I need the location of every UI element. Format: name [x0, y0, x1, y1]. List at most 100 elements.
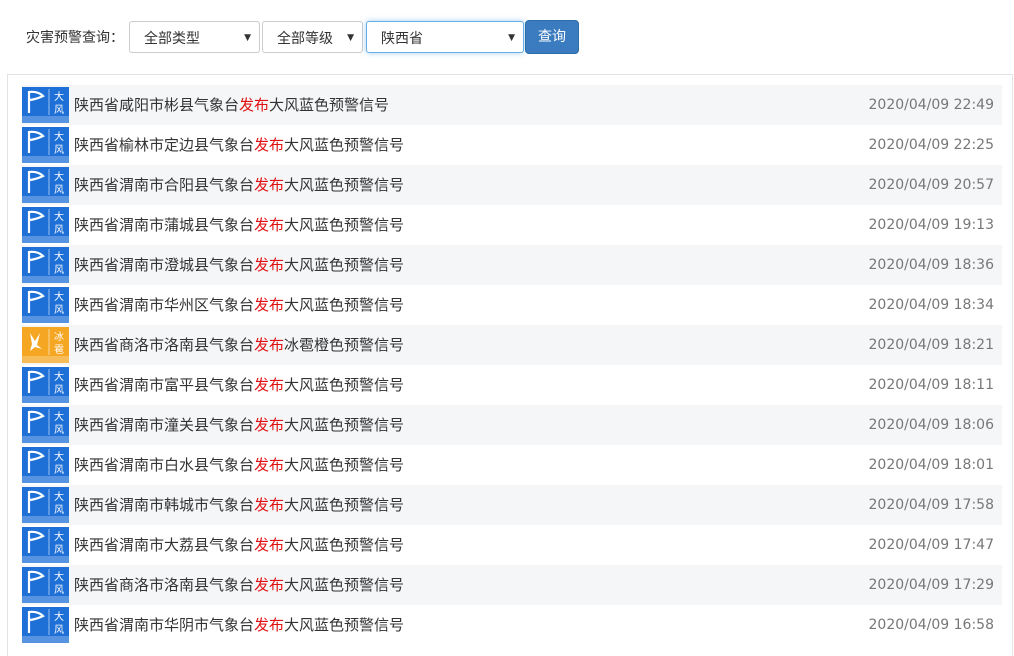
- alert-time: 2020/04/09 18:36: [868, 257, 995, 273]
- alert-verb: 发布: [254, 256, 285, 274]
- wind-blue-warning-icon: 大风: [22, 207, 69, 243]
- alert-title-link[interactable]: 陕西省渭南市富平县气象台发布大风蓝色预警信号: [74, 365, 404, 405]
- alert-issuer: 陕西省渭南市大荔县气象台: [74, 536, 255, 554]
- alert-issuer: 陕西省渭南市合阳县气象台: [74, 176, 255, 194]
- alert-time: 2020/04/09 18:11: [868, 377, 995, 393]
- svg-text:大: 大: [54, 570, 64, 583]
- alert-issuer: 陕西省榆林市定边县气象台: [74, 136, 255, 154]
- alert-title-link[interactable]: 陕西省商洛市洛南县气象台发布大风蓝色预警信号: [74, 565, 404, 605]
- alert-panel: 大风陕西省咸阳市彬县气象台发布大风蓝色预警信号 2020/04/09 22:49 大…: [7, 74, 1013, 656]
- chevron-down-icon: ▼: [347, 33, 354, 43]
- alert-row[interactable]: 大风陕西省渭南市白水县气象台发布大风蓝色预警信号 2020/04/09 18:01: [22, 445, 1002, 485]
- svg-text:大: 大: [54, 610, 64, 623]
- alert-row[interactable]: 大风陕西省渭南市潼关县气象台发布大风蓝色预警信号 2020/04/09 18:06: [22, 405, 1002, 445]
- svg-text:大: 大: [54, 90, 64, 103]
- alert-time: 2020/04/09 18:21: [868, 337, 995, 353]
- alert-row[interactable]: 冰雹陕西省商洛市洛南县气象台发布冰雹橙色预警信号 2020/04/09 18:21: [22, 325, 1002, 365]
- alert-verb: 发布: [254, 216, 285, 234]
- alert-type: 大风蓝色预警信号: [284, 256, 405, 274]
- alert-issuer: 陕西省渭南市澄城县气象台: [74, 256, 255, 274]
- alert-list: 大风陕西省咸阳市彬县气象台发布大风蓝色预警信号 2020/04/09 22:49 大…: [22, 85, 1002, 645]
- alert-title-link[interactable]: 陕西省渭南市华州区气象台发布大风蓝色预警信号: [74, 285, 404, 325]
- chevron-down-icon: ▼: [508, 33, 515, 43]
- chevron-down-icon: ▼: [244, 33, 251, 43]
- svg-text:大: 大: [54, 170, 64, 183]
- wind-blue-warning-icon: 大风: [22, 407, 69, 443]
- alert-row[interactable]: 大风陕西省渭南市澄城县气象台发布大风蓝色预警信号 2020/04/09 18:36: [22, 245, 1002, 285]
- alert-row[interactable]: 大风陕西省渭南市蒲城县气象台发布大风蓝色预警信号 2020/04/09 19:13: [22, 205, 1002, 245]
- type-select[interactable]: 全部类型 ▼: [129, 21, 260, 53]
- svg-text:风: 风: [54, 464, 64, 476]
- svg-text:大: 大: [54, 250, 64, 263]
- alert-title-link[interactable]: 陕西省渭南市大荔县气象台发布大风蓝色预警信号: [74, 525, 404, 565]
- alert-type: 大风蓝色预警信号: [269, 96, 390, 114]
- query-button[interactable]: 查询: [525, 20, 579, 54]
- alert-row[interactable]: 大风陕西省渭南市华阴市气象台发布大风蓝色预警信号 2020/04/09 16:58: [22, 605, 1002, 645]
- wind-blue-warning-icon: 大风: [22, 87, 69, 123]
- wind-blue-warning-icon: 大风: [22, 367, 69, 403]
- province-select-value: 陕西省: [381, 31, 423, 47]
- alert-time: 2020/04/09 17:47: [868, 537, 995, 553]
- svg-text:雹: 雹: [54, 344, 64, 356]
- alert-title-link[interactable]: 陕西省商洛市洛南县气象台发布冰雹橙色预警信号: [74, 325, 404, 365]
- alert-title-link[interactable]: 陕西省渭南市合阳县气象台发布大风蓝色预警信号: [74, 165, 404, 205]
- alert-row[interactable]: 大风陕西省咸阳市彬县气象台发布大风蓝色预警信号 2020/04/09 22:49: [22, 85, 1002, 125]
- wind-blue-warning-icon: 大风: [22, 167, 69, 203]
- svg-text:风: 风: [54, 104, 64, 116]
- alert-issuer: 陕西省咸阳市彬县气象台: [74, 96, 240, 114]
- alert-verb: 发布: [254, 456, 285, 474]
- alert-type: 大风蓝色预警信号: [284, 456, 405, 474]
- svg-text:大: 大: [54, 530, 64, 543]
- svg-text:冰: 冰: [54, 330, 64, 343]
- alert-title-link[interactable]: 陕西省渭南市澄城县气象台发布大风蓝色预警信号: [74, 245, 404, 285]
- alert-title-link[interactable]: 陕西省榆林市定边县气象台发布大风蓝色预警信号: [74, 125, 404, 165]
- svg-text:风: 风: [54, 504, 64, 516]
- alert-issuer: 陕西省渭南市华阴市气象台: [74, 616, 255, 634]
- alert-row[interactable]: 大风陕西省渭南市大荔县气象台发布大风蓝色预警信号 2020/04/09 17:47: [22, 525, 1002, 565]
- wind-blue-warning-icon: 大风: [22, 567, 69, 603]
- svg-text:大: 大: [54, 210, 64, 223]
- province-select[interactable]: 陕西省 ▼: [366, 21, 524, 53]
- filter-label: 灾害预警查询：: [26, 30, 124, 46]
- alert-row[interactable]: 大风陕西省渭南市合阳县气象台发布大风蓝色预警信号 2020/04/09 20:57: [22, 165, 1002, 205]
- alert-title-link[interactable]: 陕西省渭南市蒲城县气象台发布大风蓝色预警信号: [74, 205, 404, 245]
- level-select[interactable]: 全部等级 ▼: [262, 21, 363, 53]
- wind-blue-warning-icon: 大风: [22, 607, 69, 643]
- alert-row[interactable]: 大风陕西省榆林市定边县气象台发布大风蓝色预警信号 2020/04/09 22:25: [22, 125, 1002, 165]
- alert-verb: 发布: [254, 136, 285, 154]
- alert-title-link[interactable]: 陕西省渭南市白水县气象台发布大风蓝色预警信号: [74, 445, 404, 485]
- alert-type: 大风蓝色预警信号: [284, 296, 405, 314]
- level-select-value: 全部等级: [277, 31, 333, 47]
- alert-title-link[interactable]: 陕西省渭南市华阴市气象台发布大风蓝色预警信号: [74, 605, 404, 645]
- alert-row[interactable]: 大风陕西省渭南市韩城市气象台发布大风蓝色预警信号 2020/04/09 17:58: [22, 485, 1002, 525]
- alert-type: 大风蓝色预警信号: [284, 376, 405, 394]
- svg-text:风: 风: [54, 624, 64, 636]
- alert-row[interactable]: 大风陕西省渭南市华州区气象台发布大风蓝色预警信号 2020/04/09 18:34: [22, 285, 1002, 325]
- alert-row[interactable]: 大风陕西省渭南市富平县气象台发布大风蓝色预警信号 2020/04/09 18:11: [22, 365, 1002, 405]
- alert-time: 2020/04/09 16:58: [868, 617, 995, 633]
- svg-text:大: 大: [54, 370, 64, 383]
- alert-time: 2020/04/09 18:06: [868, 417, 995, 433]
- alert-verb: 发布: [254, 336, 285, 354]
- svg-text:风: 风: [54, 304, 64, 316]
- alert-time: 2020/04/09 22:25: [868, 137, 995, 153]
- alert-title-link[interactable]: 陕西省咸阳市彬县气象台发布大风蓝色预警信号: [74, 85, 389, 125]
- alert-type: 大风蓝色预警信号: [284, 536, 405, 554]
- alert-title-link[interactable]: 陕西省渭南市韩城市气象台发布大风蓝色预警信号: [74, 485, 404, 525]
- wind-blue-warning-icon: 大风: [22, 447, 69, 483]
- alert-verb: 发布: [254, 496, 285, 514]
- alert-issuer: 陕西省渭南市潼关县气象台: [74, 416, 255, 434]
- alert-verb: 发布: [254, 376, 285, 394]
- alert-title-link[interactable]: 陕西省渭南市潼关县气象台发布大风蓝色预警信号: [74, 405, 404, 445]
- wind-blue-warning-icon: 大风: [22, 287, 69, 323]
- alert-issuer: 陕西省商洛市洛南县气象台: [74, 336, 255, 354]
- svg-text:风: 风: [54, 224, 64, 236]
- alert-row[interactable]: 大风陕西省商洛市洛南县气象台发布大风蓝色预警信号 2020/04/09 17:29: [22, 565, 1002, 605]
- alert-time: 2020/04/09 18:01: [868, 457, 995, 473]
- svg-text:大: 大: [54, 130, 64, 143]
- svg-text:大: 大: [54, 450, 64, 463]
- alert-time: 2020/04/09 17:29: [868, 577, 995, 593]
- svg-text:大: 大: [54, 290, 64, 303]
- type-select-value: 全部类型: [144, 31, 200, 47]
- alert-time: 2020/04/09 17:58: [868, 497, 995, 513]
